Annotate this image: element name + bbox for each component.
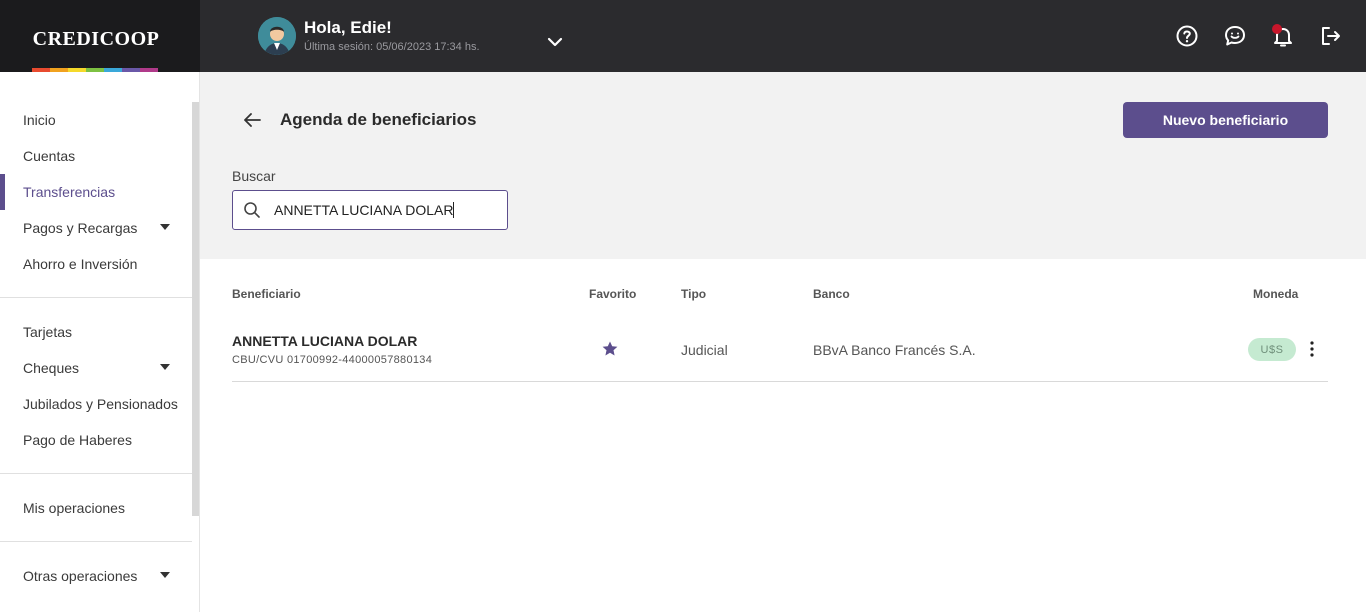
caret-down-icon (160, 364, 170, 370)
header-moneda: Moneda (1253, 287, 1299, 301)
search-icon (244, 202, 260, 218)
beneficiary-name: ANNETTA LUCIANA DOLAR (232, 333, 418, 349)
sidebar-item-pagos-recargas[interactable]: Pagos y Recargas (0, 210, 192, 246)
last-session-text: Última sesión: 05/06/2023 17:34 hs. (304, 41, 480, 53)
chat-icon[interactable] (1223, 24, 1247, 48)
top-bar: CREDICOOP Hola, Edie! Última sesión: 05/… (0, 0, 1366, 72)
header-beneficiario: Beneficiario (232, 287, 301, 301)
search-label: Buscar (232, 168, 276, 184)
sidebar-item-label: Pagos y Recargas (23, 220, 138, 236)
row-divider (232, 381, 1328, 382)
chevron-down-icon[interactable] (544, 31, 566, 53)
star-icon[interactable] (601, 340, 619, 358)
brand-logo: CREDICOOP (32, 28, 160, 50)
sidebar-item-mis-operaciones[interactable]: Mis operaciones (0, 490, 192, 526)
user-greeting: Hola, Edie! (304, 18, 392, 37)
sidebar-item-jubilados[interactable]: Jubilados y Pensionados (0, 386, 192, 422)
logo-area[interactable]: CREDICOOP (0, 0, 200, 72)
sidebar-item-ahorro-inversion[interactable]: Ahorro e Inversión (0, 246, 192, 282)
sidebar-item-inicio[interactable]: Inicio (0, 102, 192, 138)
currency-badge: U$S (1248, 338, 1296, 361)
search-input[interactable]: ANNETTA LUCIANA DOLAR (232, 190, 508, 230)
sidebar-item-transferencias[interactable]: Transferencias (0, 174, 192, 210)
header-tipo: Tipo (681, 287, 707, 301)
sidebar-item-pago-haberes[interactable]: Pago de Haberes (0, 422, 192, 458)
search-value-text: ANNETTA LUCIANA DOLAR (274, 202, 454, 218)
sidebar-item-cheques[interactable]: Cheques (0, 350, 192, 386)
caret-down-icon (160, 572, 170, 578)
new-beneficiary-button[interactable]: Nuevo beneficiario (1123, 102, 1328, 138)
sidebar-divider (0, 473, 192, 474)
caret-down-icon (160, 224, 170, 230)
sidebar-item-otras-operaciones[interactable]: Otras operaciones (0, 558, 192, 594)
sidebar-item-label: Otras operaciones (23, 568, 138, 584)
sidebar-scrollbar[interactable] (192, 102, 199, 516)
more-options-icon[interactable] (1305, 340, 1319, 358)
beneficiary-tipo: Judicial (681, 342, 728, 358)
header-favorito: Favorito (589, 287, 637, 301)
sidebar-item-cuentas[interactable]: Cuentas (0, 138, 192, 174)
header-banco: Banco (813, 287, 850, 301)
search-input-value: ANNETTA LUCIANA DOLAR (274, 202, 455, 218)
page-title: Agenda de beneficiarios (280, 110, 477, 129)
sidebar-divider (0, 297, 192, 298)
avatar[interactable] (258, 17, 296, 55)
sidebar-divider (0, 541, 192, 542)
beneficiary-banco: BBvA Banco Francés S.A. (813, 342, 976, 358)
logout-icon[interactable] (1319, 24, 1343, 48)
sidebar-item-tarjetas[interactable]: Tarjetas (0, 314, 192, 350)
sidebar-item-label: Cheques (23, 360, 80, 376)
help-icon[interactable] (1175, 24, 1199, 48)
text-cursor (453, 202, 455, 218)
beneficiary-cbu: CBU/CVU 01700992-44000057880134 (232, 354, 433, 366)
content-header (200, 72, 1366, 259)
notification-dot (1272, 24, 1282, 34)
back-arrow-icon[interactable] (241, 109, 263, 131)
